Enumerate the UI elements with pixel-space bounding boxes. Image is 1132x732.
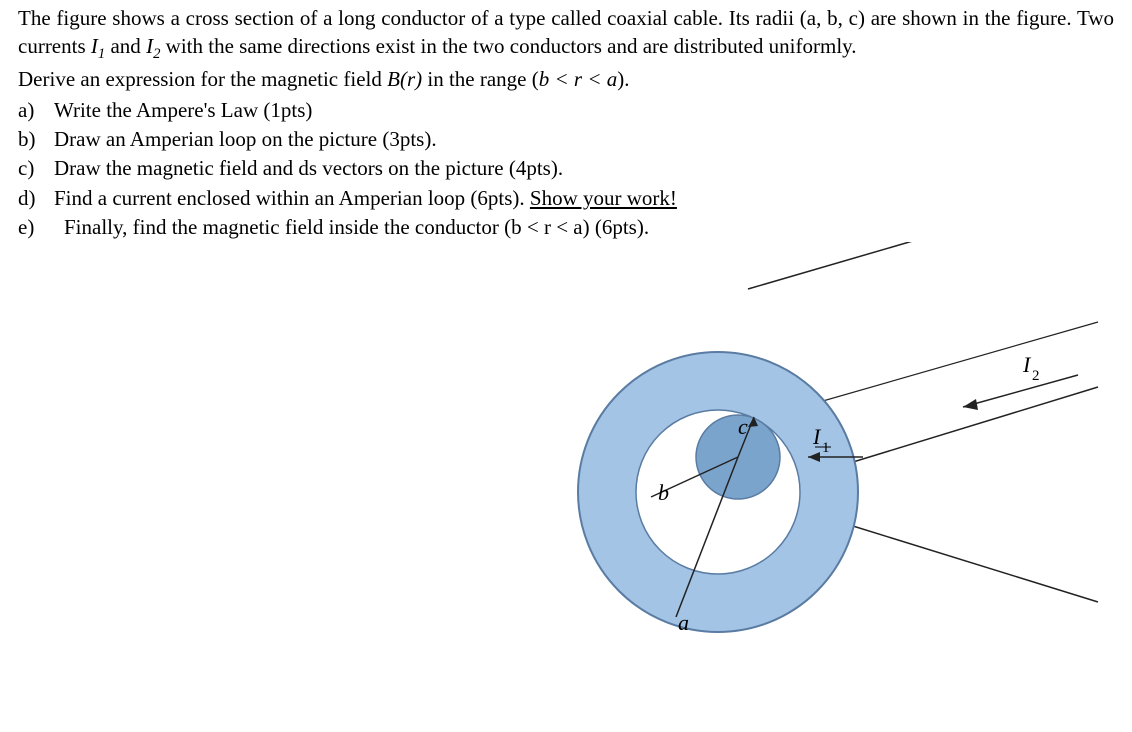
question-b: b) Draw an Amperian loop on the picture … [18, 125, 1114, 153]
q-c-letter: c) [18, 154, 54, 182]
intro-mid: and [105, 34, 146, 58]
q-a-letter: a) [18, 96, 54, 124]
br-label: B(r) [387, 67, 422, 91]
question-d: d) Find a current enclosed within an Amp… [18, 184, 1114, 212]
q-d-letter: d) [18, 184, 54, 212]
q-d-underlined: Show your work! [530, 186, 677, 210]
q-e-text: Finally, find the magnetic field inside … [64, 213, 1114, 241]
derive-text: Derive an expression for the magnetic fi… [18, 67, 387, 91]
label-i2-sub: 2 [1032, 368, 1040, 384]
range-open: in the range ( [422, 67, 539, 91]
current-i1: I [91, 34, 98, 58]
derive-statement: Derive an expression for the magnetic fi… [18, 65, 1114, 93]
range-close: ). [617, 67, 629, 91]
intro-text-2: with the same directions exist in the tw… [160, 34, 856, 58]
q-e-letter: e) [18, 213, 64, 241]
question-e: e) Finally, find the magnetic field insi… [18, 213, 1114, 241]
label-b: b [658, 480, 669, 505]
label-i1-sub: 1 [822, 440, 830, 456]
problem-intro: The figure shows a cross section of a lo… [18, 4, 1114, 65]
q-d-before: Find a current enclosed within an Amperi… [54, 186, 530, 210]
range-ineq: b < r < a [539, 67, 618, 91]
question-c: c) Draw the magnetic field and ds vector… [18, 154, 1114, 182]
figure-coaxial-cable: a b c I 1 I 2 [18, 242, 1114, 682]
current-i2: I [146, 34, 153, 58]
q-a-text: Write the Ampere's Law (1pts) [54, 96, 1114, 124]
question-a: a) Write the Ampere's Law (1pts) [18, 96, 1114, 124]
question-list: a) Write the Ampere's Law (1pts) b) Draw… [18, 96, 1114, 242]
label-c: c [738, 414, 748, 439]
q-d-text: Find a current enclosed within an Amperi… [54, 184, 1114, 212]
label-i2: I [1022, 352, 1032, 377]
q-b-letter: b) [18, 125, 54, 153]
q-b-text: Draw an Amperian loop on the picture (3p… [54, 125, 1114, 153]
q-c-text: Draw the magnetic field and ds vectors o… [54, 154, 1114, 182]
label-a: a [678, 610, 689, 635]
